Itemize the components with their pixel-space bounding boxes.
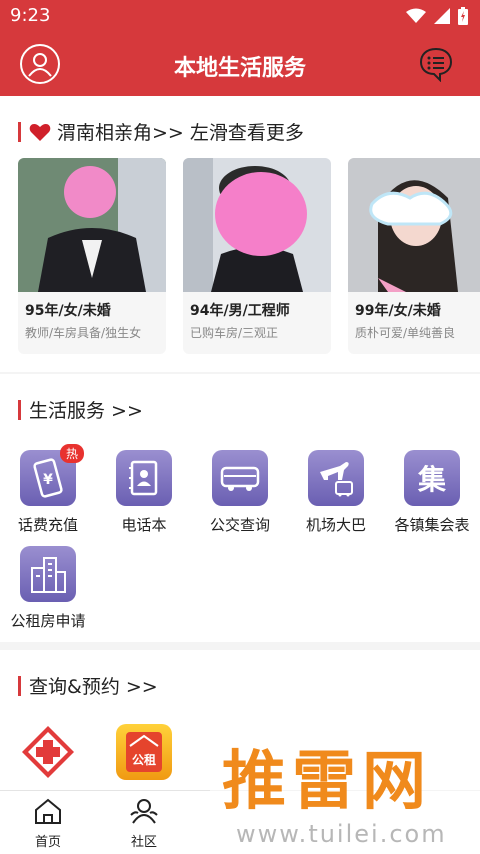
wifi-icon xyxy=(406,8,426,23)
profile-card[interactable]: 99年/女/未婚 质朴可爱/单纯善良 xyxy=(348,158,480,354)
heart-icon xyxy=(29,123,51,141)
profile-sub: 质朴可爱/单纯善良 xyxy=(355,326,456,340)
service-label: 电话本 xyxy=(121,516,167,534)
status-icons xyxy=(406,7,468,25)
status-bar: 9:23 xyxy=(0,0,480,34)
profile-card[interactable]: 94年/男/工程师 已购车房/三观正 xyxy=(183,158,331,354)
profile-carousel[interactable]: 95年/女/未婚 教师/车房具备/独生女 94年/男/工程师 已购车房/三观正 … xyxy=(18,158,480,354)
home-icon xyxy=(35,798,61,824)
watermark-text: 推雷网 xyxy=(222,745,432,819)
profile-photo xyxy=(183,158,331,292)
market-ji-icon: 集 xyxy=(404,450,460,506)
buildings-icon xyxy=(20,546,76,602)
svg-text:¥: ¥ xyxy=(43,472,53,488)
bus-icon xyxy=(212,450,268,506)
profile-photo xyxy=(18,158,166,292)
service-label: 公租房申请 xyxy=(10,612,86,630)
page-title: 本地生活服务 xyxy=(173,56,306,81)
section-marker xyxy=(18,675,21,696)
life-services-title[interactable]: 生活服务 >> xyxy=(18,396,143,423)
life-services-section: 生活服务 >> ¥ 热 话费充值 电话本 公交查询 机场大巴 集 各镇集会表 公… xyxy=(0,374,480,642)
community-icon xyxy=(130,799,158,824)
query-title[interactable]: 查询&预约 >> xyxy=(18,672,158,699)
watermark-url: www.tuilei.com xyxy=(236,820,447,848)
service-label: 各镇集会表 xyxy=(394,516,470,534)
query-title-text: 查询&预约 >> xyxy=(29,676,158,698)
profile-sub: 已购车房/三观正 xyxy=(190,326,279,340)
app-header: 本地生活服务 xyxy=(0,34,480,96)
rental-glyph: 公租 xyxy=(132,753,156,767)
matchmaking-section: 渭南相亲角>> 左滑查看更多 95年/女/未婚 教师/车房具备/独生女 94年/… xyxy=(0,96,480,372)
nav-label: 社区 xyxy=(130,835,157,850)
signal-icon xyxy=(434,8,450,24)
nav-home[interactable]: 首页 xyxy=(18,797,78,850)
status-time: 9:23 xyxy=(10,5,51,26)
hot-badge: 热 xyxy=(60,444,85,463)
market-glyph: 集 xyxy=(417,463,446,496)
profile-main: 95年/女/未婚 xyxy=(25,303,111,319)
profile-card[interactable]: 95年/女/未婚 教师/车房具备/独生女 xyxy=(18,158,166,354)
profile-main: 99年/女/未婚 xyxy=(355,303,441,319)
address-book-icon xyxy=(116,450,172,506)
red-cross-icon[interactable] xyxy=(20,724,76,780)
section-marker xyxy=(18,121,21,142)
battery-icon xyxy=(458,7,468,25)
chat-bubble-icon[interactable] xyxy=(418,46,454,83)
profile-sub: 教师/车房具备/独生女 xyxy=(25,326,142,340)
service-public-rental[interactable]: 公租房申请 xyxy=(0,546,96,642)
section-marker xyxy=(18,399,21,420)
profile-main: 94年/男/工程师 xyxy=(190,303,290,319)
service-label: 机场大巴 xyxy=(305,516,366,534)
service-phonebook[interactable]: 电话本 xyxy=(96,450,192,546)
service-label: 话费充值 xyxy=(17,516,78,534)
service-market-schedule[interactable]: 集 各镇集会表 xyxy=(384,450,480,546)
service-label: 公交查询 xyxy=(209,516,270,534)
nav-label: 首页 xyxy=(34,835,61,850)
life-services-title-text: 生活服务 >> xyxy=(29,400,143,422)
profile-photo xyxy=(348,158,480,292)
watermark: 推雷网 www.tuilei.com xyxy=(210,730,480,853)
service-recharge[interactable]: ¥ 热 话费充值 xyxy=(0,444,96,546)
service-bus[interactable]: 公交查询 xyxy=(192,450,288,546)
airport-bus-icon xyxy=(308,450,364,506)
nav-community[interactable]: 社区 xyxy=(114,797,174,850)
matchmaking-title[interactable]: 渭南相亲角>> 左滑查看更多 xyxy=(18,118,304,145)
service-airport-bus[interactable]: 机场大巴 xyxy=(288,450,384,546)
matchmaking-title-text: 渭南相亲角>> 左滑查看更多 xyxy=(57,122,304,144)
public-rental-icon[interactable]: 公租 xyxy=(116,724,172,780)
